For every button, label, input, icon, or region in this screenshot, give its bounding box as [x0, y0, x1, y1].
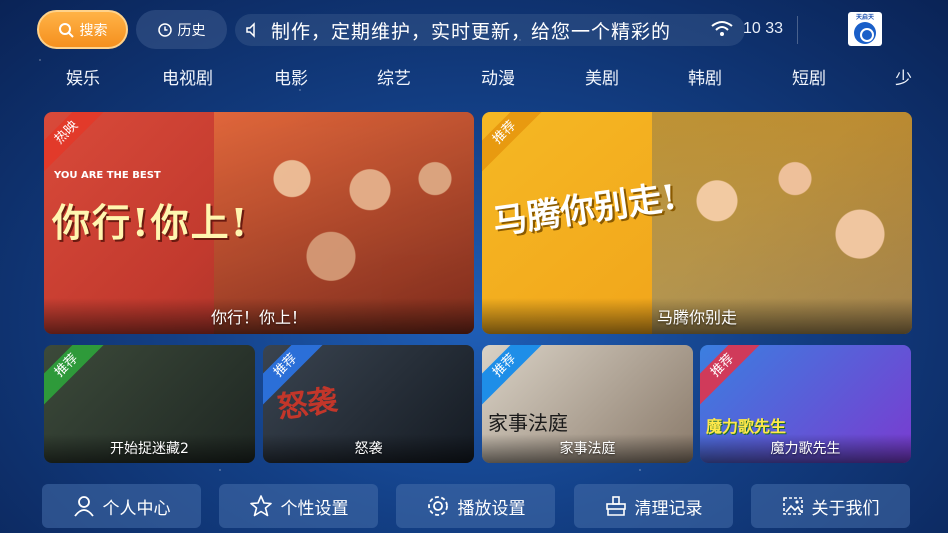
card-title: 家事法庭 [482, 434, 693, 463]
logo-text: 天启天 [855, 14, 874, 21]
about-us-button[interactable]: 关于我们 [751, 484, 910, 528]
nav-item-us-drama[interactable]: 美剧 [585, 64, 619, 89]
content-card-4[interactable]: 魔力歌先生 推荐 魔力歌先生 [700, 345, 911, 463]
personal-settings-label: 个性设置 [280, 498, 349, 519]
announcement-marquee: 制作，定期维护，实时更新，给您一个精彩的 [235, 14, 745, 46]
personal-center-button[interactable]: 个人中心 [42, 484, 201, 528]
poster-title-art: 你行!你上! [52, 200, 250, 245]
nav-item-entertainment[interactable]: 娱乐 [66, 64, 100, 89]
wifi-icon [711, 20, 733, 38]
recommend-badge: 推荐 [700, 345, 763, 406]
playback-settings-button[interactable]: 播放设置 [396, 484, 555, 528]
card-title: 怒袭 [263, 434, 474, 463]
broom-icon [605, 495, 627, 517]
poster-title-art: 马腾你别走! [490, 177, 680, 243]
recommend-badge: 推荐 [482, 112, 545, 173]
poster-english-title: YOU ARE THE BEST [54, 170, 161, 181]
recommend-badge: 推荐 [482, 345, 545, 406]
card-title: 开始捉迷藏2 [44, 434, 255, 463]
featured-card-1[interactable]: YOU ARE THE BEST 你行!你上! 热映 你行！你上！ [44, 112, 474, 334]
card-title: 马腾你别走 [482, 298, 912, 334]
user-icon [73, 495, 95, 517]
featured-card-2[interactable]: 马腾你别走! 推荐 马腾你别走 [482, 112, 912, 334]
search-icon [58, 22, 74, 38]
playback-settings-label: 播放设置 [457, 498, 526, 519]
divider [797, 16, 798, 44]
search-label: 搜索 [79, 22, 108, 39]
marquee-text: 制作，定期维护，实时更新，给您一个精彩的 [271, 20, 672, 43]
nav-item-anime[interactable]: 动漫 [481, 64, 515, 89]
nav-item-short-drama[interactable]: 短剧 [792, 64, 826, 89]
speaker-icon [235, 21, 271, 39]
logo-emblem-icon [854, 22, 876, 44]
category-nav: 娱乐 电视剧 电影 综艺 动漫 美剧 韩剧 短剧 少 [0, 64, 948, 89]
clear-records-button[interactable]: 清理记录 [574, 484, 733, 528]
nav-item-tv-series[interactable]: 电视剧 [162, 64, 213, 89]
content-card-1[interactable]: 推荐 开始捉迷藏2 [44, 345, 255, 463]
recommend-badge: 推荐 [44, 345, 107, 406]
personal-settings-button[interactable]: 个性设置 [219, 484, 378, 528]
image-icon [782, 495, 804, 517]
search-button[interactable]: 搜索 [37, 10, 128, 49]
poster-title-art: 家事法庭 [488, 411, 568, 435]
history-button[interactable]: 历史 [136, 10, 227, 49]
top-bar: 搜索 历史 制作，定期维护，实时更新，给您一个精彩的 10 33 [37, 10, 886, 50]
card-title: 魔力歌先生 [700, 434, 911, 463]
about-us-label: 关于我们 [811, 498, 880, 519]
history-label: 历史 [177, 22, 206, 39]
clock-icon [157, 22, 172, 37]
brand-logo: 天启天 [848, 12, 882, 46]
clear-records-label: 清理记录 [634, 498, 703, 519]
star-icon [249, 494, 273, 518]
content-card-2[interactable]: 怒袭 推荐 怒袭 [263, 345, 474, 463]
nav-item-variety[interactable]: 综艺 [377, 64, 411, 89]
nav-item-movies[interactable]: 电影 [274, 64, 308, 89]
nav-item-korean-drama[interactable]: 韩剧 [688, 64, 722, 89]
clock-display: 10 33 [743, 20, 784, 37]
nav-item-kids[interactable]: 少 [895, 64, 912, 89]
content-card-3[interactable]: 家事法庭 推荐 家事法庭 [482, 345, 693, 463]
hot-badge: 热映 [44, 112, 107, 173]
personal-center-label: 个人中心 [102, 498, 171, 519]
gear-icon [426, 494, 450, 518]
card-title: 你行！你上！ [44, 298, 474, 334]
